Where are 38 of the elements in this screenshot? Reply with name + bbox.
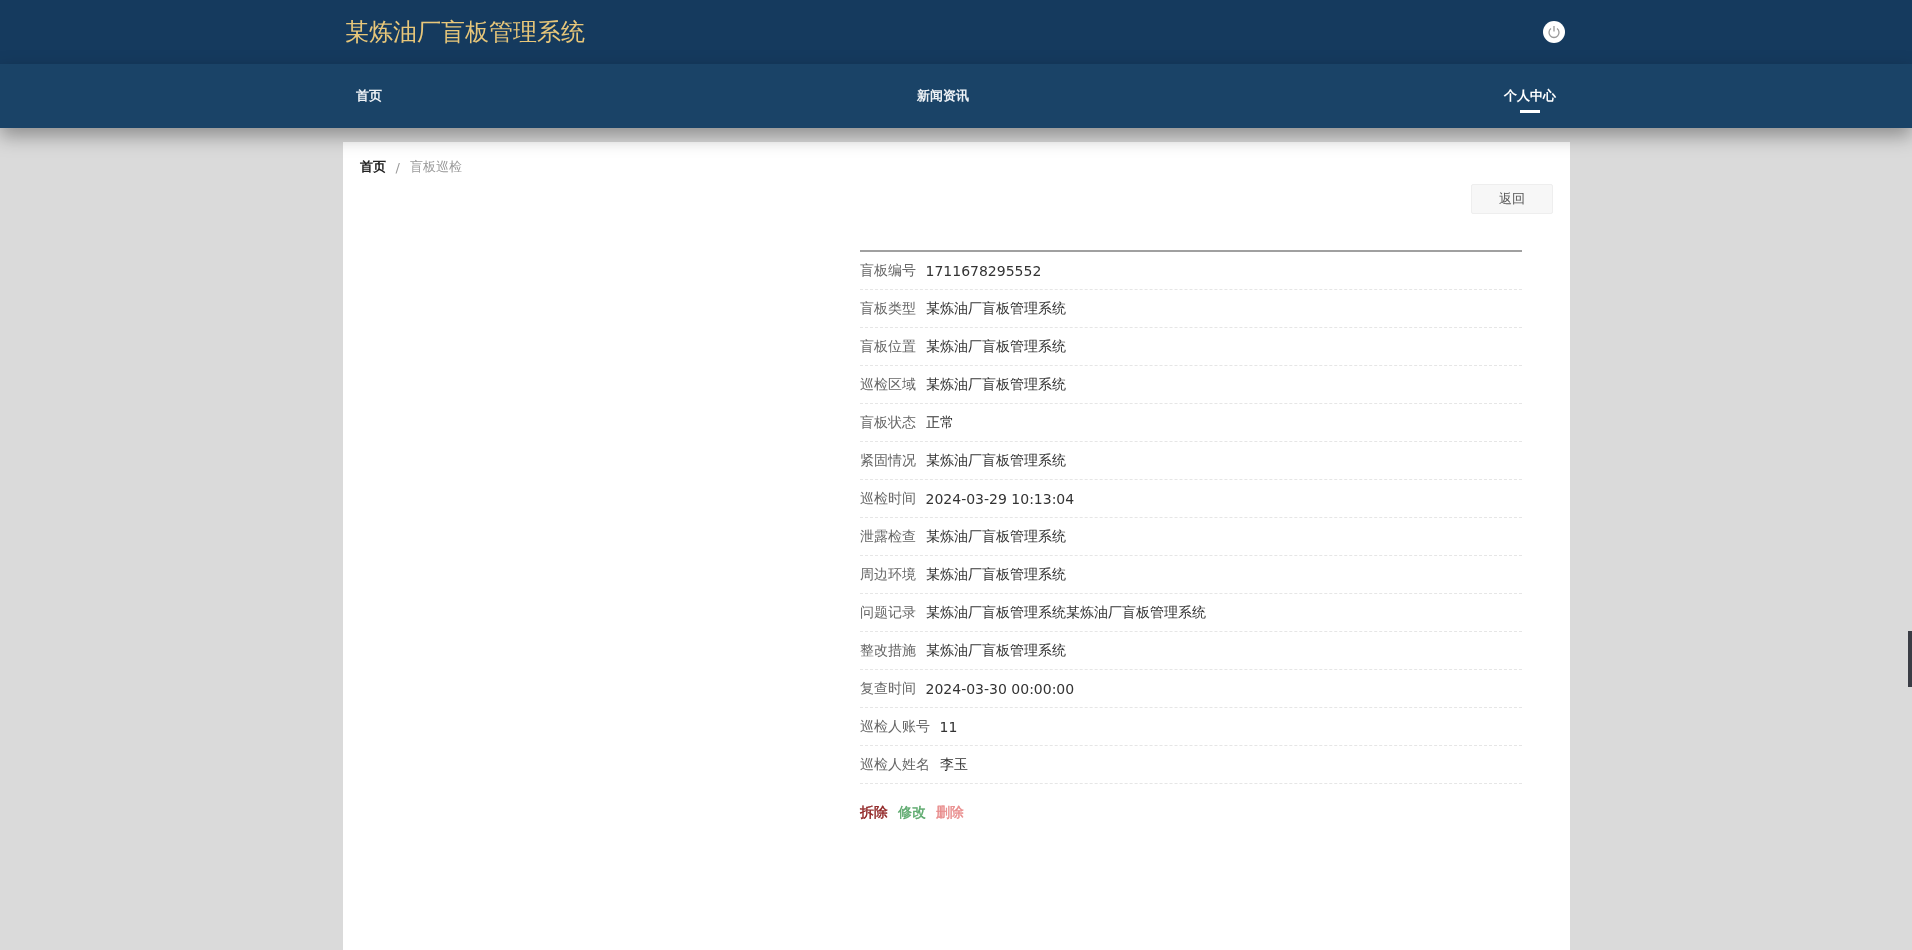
field-label: 盲板位置 [859,337,916,356]
field-label: 盲板编号 [859,261,916,280]
field-label: 泄露检查 [859,527,916,546]
field-value: 2024-03-29 10:13:04 [925,490,1075,507]
nav-tab[interactable]: 首页 [345,76,393,116]
action-link[interactable]: 拆除 [859,804,888,822]
field-label: 紧固情况 [859,451,916,470]
field-value: 某炼油厂盲板管理系统 [925,451,1066,470]
field-label: 盲板类型 [859,299,916,318]
field-value: 正常 [925,413,954,432]
field-value: 2024-03-30 00:00:00 [925,680,1075,697]
field-label: 整改措施 [859,641,916,660]
field-value: 某炼油厂盲板管理系统某炼油厂盲板管理系统 [925,603,1206,622]
back-button[interactable]: 返回 [1470,184,1553,214]
field-value: 某炼油厂盲板管理系统 [925,527,1066,546]
breadcrumb-separator: / [395,159,400,175]
field-value: 某炼油厂盲板管理系统 [925,337,1066,356]
side-handle[interactable] [1908,631,1912,687]
field-label: 巡检时间 [859,489,916,508]
field-value: 1711678295552 [925,262,1042,279]
field-value: 11 [939,718,958,735]
breadcrumb-link[interactable]: 首页 [359,158,386,176]
field-value: 某炼油厂盲板管理系统 [925,299,1066,318]
field-label: 周边环境 [859,565,916,584]
field-value: 某炼油厂盲板管理系统 [925,565,1066,584]
field-label: 问题记录 [859,603,916,622]
field-label: 巡检人账号 [859,717,930,736]
field-label: 复查时间 [859,679,916,698]
field-value: 某炼油厂盲板管理系统 [925,375,1066,394]
field-label: 巡检人姓名 [859,755,930,774]
field-value: 某炼油厂盲板管理系统 [925,641,1066,660]
site-title: 某炼油厂盲板管理系统 [345,17,585,48]
breadcrumb-current: 盲板巡检 [409,158,462,176]
field-value: 李玉 [939,755,968,774]
power-icon[interactable] [1543,21,1565,43]
field-label: 巡检区域 [859,375,916,394]
field-label: 盲板状态 [859,413,916,432]
nav-tab[interactable]: 新闻资讯 [906,76,980,116]
